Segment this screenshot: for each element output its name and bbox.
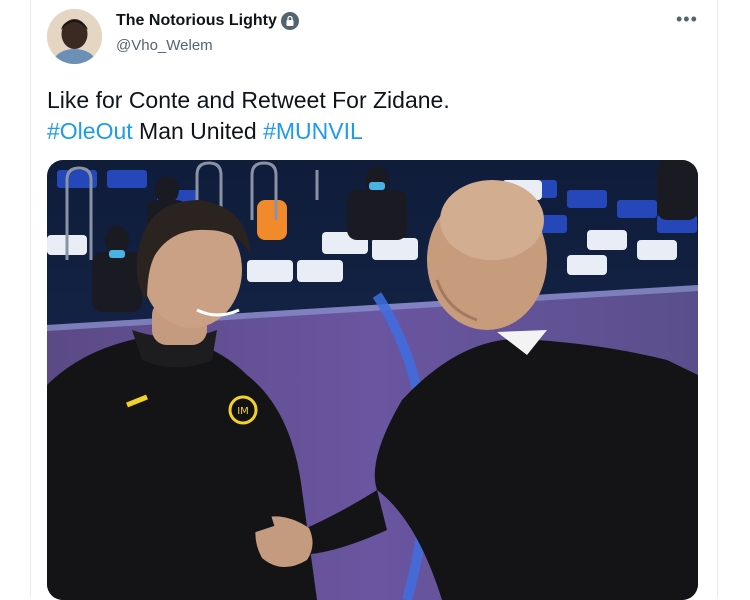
tweet-card[interactable]: The Notorious Lighty @Vho_Welem ••• Like… <box>30 0 718 600</box>
tweet-text: Like for Conte and Retweet For Zidane. #… <box>47 85 450 147</box>
author-name-row[interactable]: The Notorious Lighty <box>116 12 299 30</box>
tweet-text-line-1: Like for Conte and Retweet For Zidane. <box>47 87 450 113</box>
author-handle[interactable]: @Vho_Welem <box>116 37 213 54</box>
svg-text:IM: IM <box>237 406 249 417</box>
hashtag-munvil[interactable]: #MUNVIL <box>263 118 363 144</box>
display-name[interactable]: The Notorious Lighty <box>116 12 277 30</box>
tweet-text-line-2: #OleOut Man United #MUNVIL <box>47 116 450 147</box>
tweet-text-middle: Man United <box>132 118 264 144</box>
more-options-icon[interactable]: ••• <box>676 10 698 28</box>
tweet-photo[interactable]: IM <box>47 160 698 600</box>
avatar[interactable] <box>47 9 102 64</box>
hashtag-oleout[interactable]: #OleOut <box>47 118 133 144</box>
verified-badge-icon <box>280 12 299 30</box>
